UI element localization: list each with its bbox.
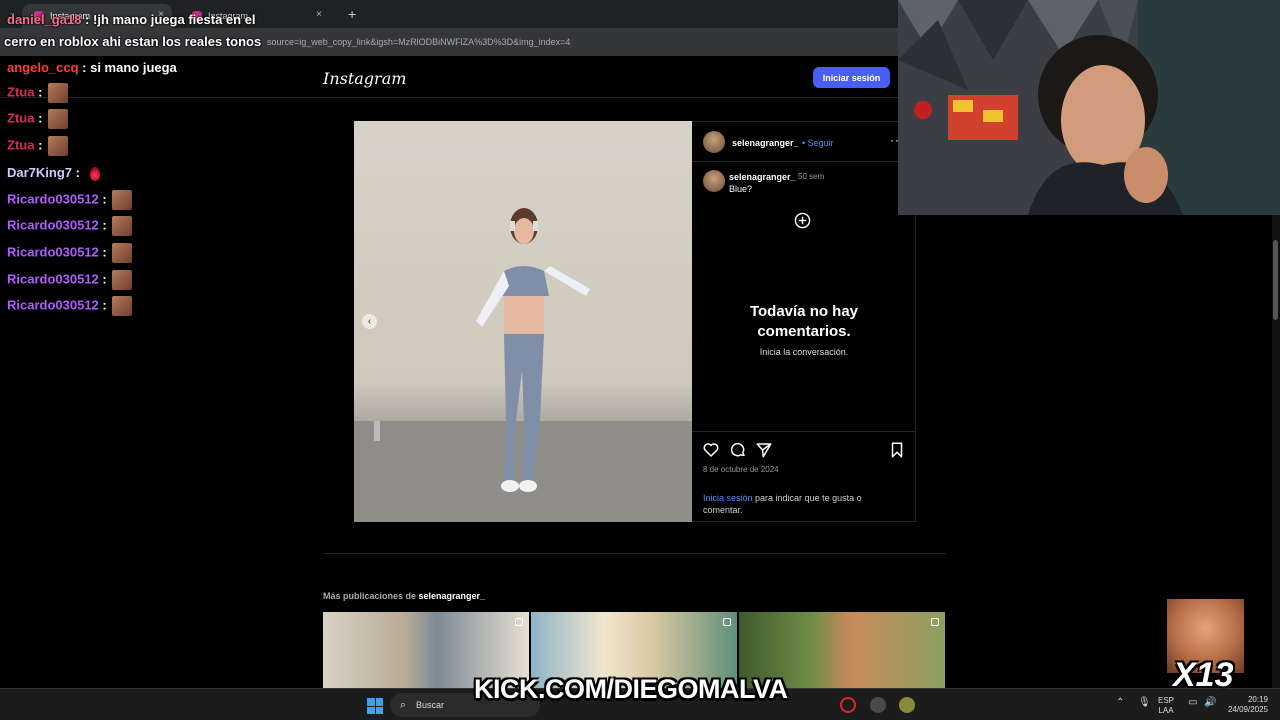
chat-username: daniel_ga18 [7,12,82,27]
chat-message: Ricardo030512 : [7,243,133,263]
post-photo-illustration [354,208,692,522]
post-image[interactable] [354,121,692,522]
caption-text: Blue? [729,184,753,194]
chat-username: Ricardo030512 [7,244,99,260]
chat-text: si mano juega [90,60,177,75]
login-hint: Inicia sesión para indicar que te gusta … [703,492,903,516]
microphone-icon[interactable]: 🎙 [1138,698,1151,708]
webcam-feed [898,0,1280,215]
multiplier-label: X13 [1173,656,1234,694]
section-divider [323,553,946,554]
caption-time: 50 sem [798,172,825,181]
chat-username: Ztua [7,84,35,100]
chat-username: Ztua [7,110,35,126]
chat-message: Ztua : [7,136,69,156]
new-tab-button[interactable]: + [348,6,356,22]
avatar[interactable] [703,131,725,153]
taskbar-clock[interactable]: 20:19 24/09/2025 [1226,695,1268,715]
volume-icon[interactable]: 🔊 [1204,698,1216,708]
chat-username: Ricardo030512 [7,217,99,233]
post-side-panel: selenagranger_ • Seguir ··· selenagrange… [692,121,916,522]
app-icon[interactable] [899,697,915,713]
emote-icon [112,216,133,236]
emote-icon [112,296,133,316]
comment-icon[interactable] [729,441,747,459]
login-button[interactable]: Iniciar sesión [813,67,890,88]
instagram-logo[interactable]: Instagram [323,69,406,88]
no-comments-title: Todavía no hay comentarios. [749,303,859,340]
chat-message: Ztua : [7,83,69,103]
post-username[interactable]: selenagranger_ [732,138,799,148]
webcam-illustration [898,0,1280,215]
language-indicator[interactable]: ESP LAA [1158,696,1174,716]
no-comments-subtitle: Inicia la conversación. [759,347,849,357]
clock-date: 24/09/2025 [1227,705,1268,714]
emote-icon [112,190,133,210]
like-heart-icon[interactable] [702,441,720,459]
emote-icon [48,83,69,103]
kick-channel-banner: KICK.COM/DIEGOMALVA [474,674,788,704]
keyboard-layout: LAA [1158,706,1174,715]
chat-username: Ricardo030512 [7,191,99,207]
chat-message: Ztua : [7,109,69,129]
chat-username: Dar7King7 [7,165,73,180]
follow-button[interactable]: • Seguir [802,138,834,148]
carousel-icon [723,618,731,626]
url-text[interactable]: source=ig_web_copy_link&igsh=MzRlODBiNWF… [267,37,570,47]
chat-message: Ricardo030512 : [7,216,133,236]
chat-message: Ricardo030512 : [7,296,133,316]
load-more-comments-icon[interactable] [794,212,811,229]
caption-avatar[interactable] [703,170,725,192]
language-code: ESP [1158,696,1175,705]
post-header: selenagranger_ • Seguir ··· [692,122,916,162]
emote-icon [112,243,133,263]
login-link[interactable]: Inicia sesión [703,493,753,503]
chat-username: Ztua [7,137,35,153]
caption-username[interactable]: selenagranger_ [729,172,796,182]
chat-message: Dar7King7 : [7,165,100,181]
emote-icon [48,109,69,129]
more-posts-heading: Más publicaciones de selenagranger_ [323,591,485,601]
chat-message-continued: cerro en roblox ahi estan los reales ton… [4,34,261,49]
opera-app-icon[interactable] [840,697,856,713]
app-icon[interactable] [870,697,886,713]
chat-text: !jh mano juega fiesta en el [93,12,256,27]
carousel-icon [515,618,523,626]
clock-time: 20:19 [1247,695,1268,704]
post-date: 8 de octubre de 2024 [703,465,779,474]
chat-username: angelo_ccq [7,60,79,75]
search-label: Buscar [416,700,445,710]
chat-message: Ricardo030512 : [7,270,133,290]
tray-chevron-up-icon[interactable]: ⌃ [1116,698,1124,708]
carousel-icon [931,618,939,626]
chat-username: Ricardo030512 [7,297,99,313]
search-icon: ⌕ [400,699,407,711]
blood-drop-emote-icon [89,166,100,181]
emote-icon [48,136,69,156]
emote-icon [112,270,133,290]
chat-text: cerro en roblox ahi estan los reales ton… [4,34,262,49]
windows-start-icon[interactable] [367,698,383,714]
share-send-icon[interactable] [755,441,773,459]
more-posts-prefix: Más publicaciones de [323,591,419,601]
save-bookmark-icon[interactable] [888,441,906,459]
chat-message: Ricardo030512 : [7,190,133,210]
chat-message: daniel_ga18 : !jh mano juega fiesta en e… [7,12,256,27]
scrollbar-thumb[interactable] [1273,240,1278,320]
more-posts-username[interactable]: selenagranger_ [419,591,486,601]
tab-close-icon[interactable]: × [316,9,322,20]
network-icon[interactable]: ▭ [1188,698,1197,708]
post-actions: 8 de octubre de 2024 Inicia sesión para … [692,431,916,523]
previous-image-button[interactable]: ‹ [362,314,377,329]
chat-username: Ricardo030512 [7,271,99,287]
chat-message: angelo_ccq : si mano juega [7,60,177,75]
